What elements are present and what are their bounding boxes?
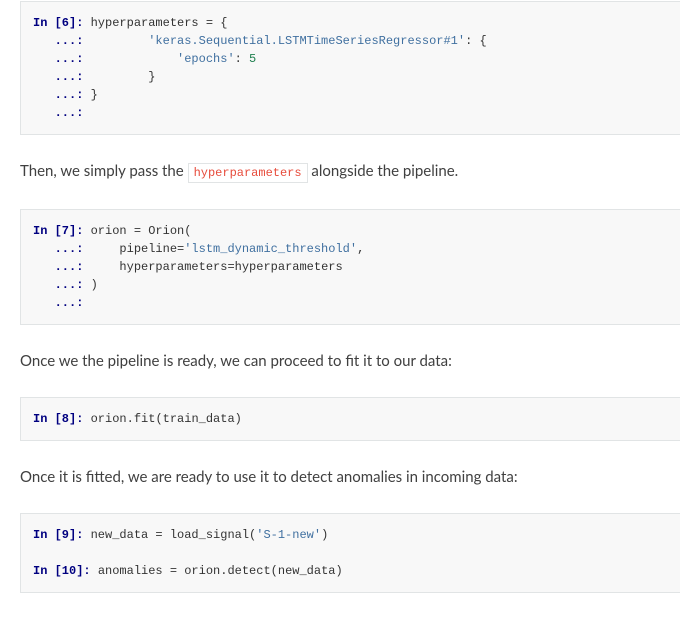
prompt: In [9]: [33,528,91,542]
code-text: = { [199,16,228,30]
prompt: In [7]: [33,224,91,238]
code-text: = [148,528,170,542]
code-text: . [127,412,134,426]
prompt-cont: ...: [33,260,91,274]
prompt: In [8]: [33,412,91,426]
paragraph: Once it is fitted, we are ready to use i… [20,465,680,489]
code-text [91,70,149,84]
code-text [91,242,120,256]
code-text: = [163,564,185,578]
code-text: ) [335,564,342,578]
prompt: In [10]: [33,564,98,578]
code-number: 5 [249,52,256,66]
code-text: ) [321,528,328,542]
code-block-orion-init: In [7]: orion = Orion( ...: pipeline = 'ls… [20,209,680,325]
code-text: ( [249,528,256,542]
code-text: : [235,52,249,66]
code-text [91,52,177,66]
para-text: Once we the pipeline is ready, we can pr… [20,352,452,370]
prompt-cont: ...: [33,296,91,310]
code-text [91,34,149,48]
code-text: : { [465,34,487,48]
prompt-cont: ...: [33,52,91,66]
code-text: } [148,70,155,84]
code-string: 'epochs' [177,52,235,66]
code-text: new_data [278,564,336,578]
code-text: orion [184,564,220,578]
code-text: fit [134,412,156,426]
code-text: pipeline [119,242,177,256]
code-text: ( [184,224,191,238]
code-block-detect: In [9]: new_data = load_signal('S-1-new'… [20,513,680,593]
paragraph: Once we the pipeline is ready, we can pr… [20,349,680,373]
prompt-cont: ...: [33,278,91,292]
code-text: = [227,260,234,274]
code-text: orion [91,224,127,238]
inline-code: hyperparameters [188,163,308,183]
code-text: ) [235,412,242,426]
code-block-hyperparameters: In [6]: hyperparameters = { ...: 'keras.… [20,1,680,135]
code-text: hyperparameters [119,260,227,274]
code-text: ) [91,278,98,292]
paragraph: Then, we simply pass the hyperparameters… [20,159,680,185]
code-text: } [91,88,98,102]
code-text: Orion [148,224,184,238]
prompt-cont: ...: [33,70,91,84]
code-text: orion [91,412,127,426]
para-text: Once it is fitted, we are ready to use i… [20,468,518,486]
code-text: new_data [91,528,149,542]
code-text: . [220,564,227,578]
code-text: hyperparameters [91,16,199,30]
code-string: 'keras.Sequential.LSTMTimeSeriesRegresso… [148,34,465,48]
code-string: 'lstm_dynamic_threshold' [184,242,357,256]
code-text [91,260,120,274]
code-text: , [357,242,364,256]
prompt-cont: ...: [33,34,91,48]
code-text: ( [271,564,278,578]
prompt-cont: ...: [33,242,91,256]
code-string: 'S-1-new' [256,528,321,542]
prompt-cont: ...: [33,106,91,120]
prompt-cont: ...: [33,88,91,102]
code-text: hyperparameters [235,260,343,274]
para-text: alongside the pipeline. [308,162,459,180]
code-block-fit: In [8]: orion.fit(train_data) [20,397,680,441]
code-text: ( [155,412,162,426]
prompt: In [6]: [33,16,91,30]
code-text: load_signal [170,528,249,542]
code-text: anomalies [98,564,163,578]
para-text: Then, we simply pass the [20,162,188,180]
code-text: detect [227,564,270,578]
code-text: train_data [163,412,235,426]
code-text: = [127,224,149,238]
